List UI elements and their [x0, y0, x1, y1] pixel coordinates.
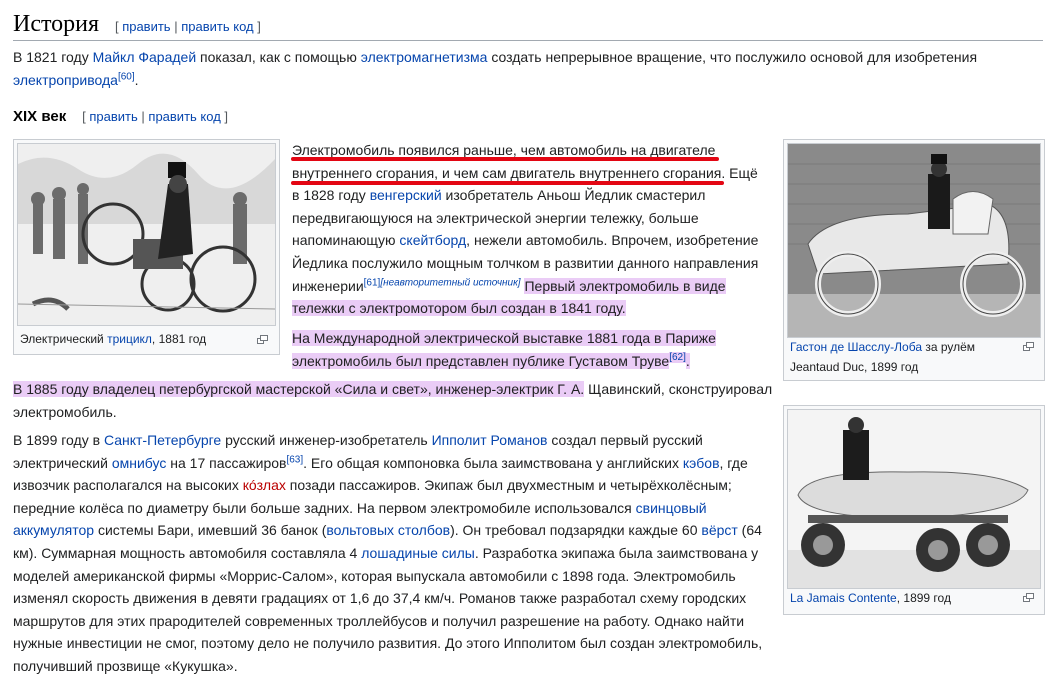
edit-code-link[interactable]: править код — [148, 109, 220, 124]
tricycle-illustration — [18, 144, 275, 325]
link-tricycle[interactable]: трицикл — [107, 332, 152, 346]
link-hungarian[interactable]: венгерский — [370, 187, 442, 203]
jeantaud-photo — [788, 144, 1040, 337]
figure-caption: Электрический трицикл, 1881 год — [20, 332, 207, 346]
link-cabs[interactable]: кэбов — [683, 455, 720, 471]
edit-code-link[interactable]: править код — [181, 19, 253, 34]
subsection-heading-19th-century: XIX век [ править | править код ] — [13, 108, 228, 125]
link-skateboard[interactable]: скейтборд — [399, 232, 466, 248]
edit-section-links: [ править | править код ] — [82, 109, 229, 124]
figure-chasseloup-laubat: Гастон де Шасслу-Лоба за рулём Jeantaud … — [783, 139, 1045, 381]
unreliable-source-tag[interactable]: [неавторитетный источник] — [380, 277, 520, 288]
subsection-title: XIX век — [13, 108, 67, 125]
ref-61[interactable]: [61] — [364, 277, 381, 288]
figure-jamais-contente: La Jamais Contente, 1899 год — [783, 405, 1045, 615]
magnify-clip-icon[interactable] — [1023, 593, 1034, 602]
paragraph-paris-expo: На Международной электрической выставке … — [292, 330, 716, 369]
figure-caption: Гастон де Шасслу-Лоба за рулём Jeantaud … — [790, 340, 976, 374]
section-heading-history: История [ править | править код ] — [13, 8, 1043, 41]
link-faraday[interactable]: Майкл Фарадей — [93, 49, 197, 65]
edit-link[interactable]: править — [89, 109, 137, 124]
figure-tricycle: Электрический трицикл, 1881 год — [13, 139, 280, 355]
paragraph-shchavinsky: В 1885 году владелец петербургской масте… — [13, 381, 773, 420]
ref-62[interactable]: [62] — [669, 352, 686, 363]
edit-link[interactable]: править — [122, 19, 170, 34]
section-title: История — [13, 11, 100, 37]
red-underline — [291, 181, 724, 185]
figure-caption: La Jamais Contente, 1899 год — [790, 591, 951, 605]
magnify-clip-icon[interactable] — [257, 335, 268, 344]
link-horsepower[interactable]: лошадиные силы — [361, 545, 475, 561]
magnify-clip-icon[interactable] — [1023, 342, 1034, 351]
link-electric-drive[interactable]: электропривода — [13, 72, 118, 88]
tricycle-image[interactable] — [17, 143, 276, 326]
link-electromagnetism[interactable]: электромагнетизма — [361, 49, 488, 65]
jamais-contente-image[interactable] — [787, 409, 1041, 589]
link-saint-petersburg[interactable]: Санкт-Петербурге — [104, 432, 221, 448]
link-omnibus[interactable]: омнибус — [112, 455, 167, 471]
jamais-contente-photo — [788, 410, 1040, 588]
red-underline — [291, 157, 719, 161]
link-romanov[interactable]: Ипполит Романов — [432, 432, 548, 448]
edit-section-links: [ править | править код ] — [114, 19, 261, 34]
link-voltaic-pile[interactable]: вольтовых столбов — [326, 522, 450, 538]
jeantaud-image[interactable] — [787, 143, 1041, 338]
paragraph-romanov: В 1899 году в Санкт-Петербурге русский и… — [13, 432, 763, 674]
link-la-jamais-contente[interactable]: La Jamais Contente — [790, 591, 897, 605]
paragraph-invention: Электромобиль появился раньше, чем автом… — [292, 142, 759, 317]
ref-63[interactable]: [63] — [286, 454, 303, 465]
link-versta[interactable]: вёрст — [701, 522, 737, 538]
link-chasseloup-laubat[interactable]: Гастон де Шасслу-Лоба — [790, 340, 922, 354]
ref-60[interactable]: [60] — [118, 71, 135, 82]
intro-paragraph: В 1821 году Майкл Фарадей показал, как с… — [13, 49, 978, 88]
link-kozly[interactable]: кóзлах — [243, 477, 286, 493]
